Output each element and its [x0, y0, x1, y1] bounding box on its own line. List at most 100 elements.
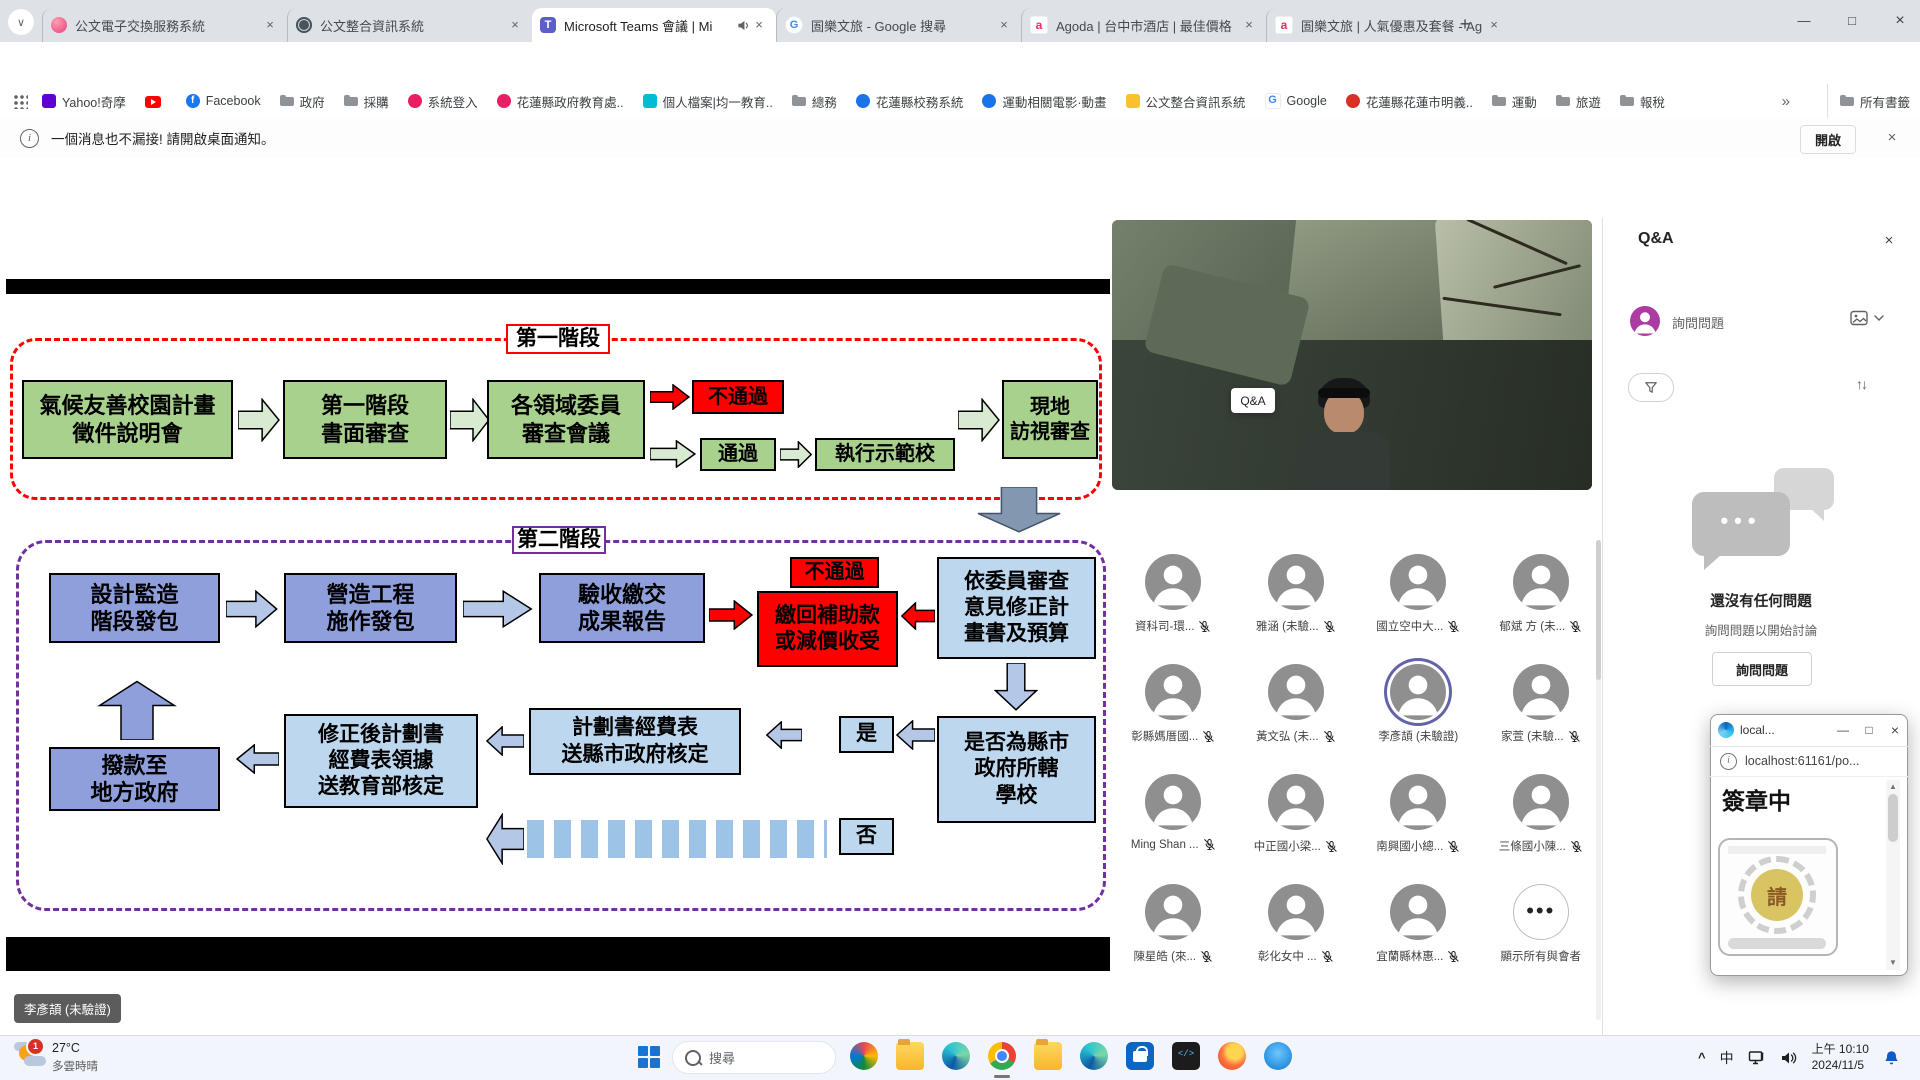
- taskbar-app-icon[interactable]: [1126, 1042, 1154, 1070]
- weather-condition[interactable]: 多雲時晴: [52, 1058, 98, 1074]
- bookmarks-overflow-icon[interactable]: »: [1782, 84, 1790, 118]
- participant-tile[interactable]: Ming Shan ...: [1112, 756, 1235, 866]
- popup-close-button[interactable]: ×: [1882, 722, 1908, 738]
- start-button[interactable]: [638, 1046, 660, 1068]
- notification-bell-icon[interactable]: [1883, 1049, 1900, 1067]
- tray-chevron-up-icon[interactable]: ^: [1698, 1050, 1706, 1065]
- tab-audio-icon[interactable]: [737, 19, 750, 32]
- flow-refund-box: 繳回補助款 或減價收受: [757, 591, 898, 667]
- participant-tile[interactable]: 陳星皓 (來...: [1112, 866, 1235, 976]
- bookmark-favicon: [1265, 93, 1281, 109]
- bookmark-item[interactable]: [145, 95, 167, 108]
- bookmark-item[interactable]: 公文整合資訊系統: [1126, 92, 1246, 111]
- taskbar-app-icon[interactable]: [1172, 1042, 1200, 1070]
- window-minimize-button[interactable]: —: [1784, 9, 1824, 33]
- popup-url-row[interactable]: i localhost:61161/po...: [1710, 746, 1908, 777]
- browser-tab[interactable]: Agoda | 台中市酒店 | 最佳價格 ×: [1021, 8, 1266, 42]
- qa-panel-close-icon[interactable]: ×: [1876, 228, 1902, 254]
- participant-tile[interactable]: 李彥頡 (未驗證): [1357, 646, 1480, 756]
- taskbar-app-icon[interactable]: [1034, 1042, 1062, 1070]
- flow-no-box: 否: [839, 818, 894, 855]
- bookmark-item[interactable]: 運動: [1492, 92, 1537, 111]
- bookmark-item[interactable]: 運動相關電影·動畫: [982, 92, 1106, 111]
- bookmark-item[interactable]: Google: [1265, 93, 1327, 109]
- qa-ask-input[interactable]: 詢問問題: [1672, 313, 1724, 332]
- browser-tab[interactable]: Microsoft Teams 會議 | Mi ×: [532, 8, 776, 42]
- qa-ask-question-button[interactable]: 詢問問題: [1712, 652, 1812, 686]
- taskbar-app-icon[interactable]: [988, 1042, 1016, 1070]
- taskbar-app-icon[interactable]: [942, 1042, 970, 1070]
- tab-close-icon[interactable]: ×: [1485, 16, 1503, 34]
- participant-name: 李彥頡 (未驗證): [1378, 728, 1458, 744]
- qa-filter-button[interactable]: [1628, 373, 1674, 402]
- taskbar-app-icon[interactable]: [850, 1042, 878, 1070]
- participant-video-tile[interactable]: [1112, 220, 1592, 490]
- tab-search-caret-icon[interactable]: ∨: [8, 9, 34, 35]
- bookmark-item[interactable]: 花蓮縣政府教育處..: [497, 92, 624, 111]
- bookmark-favicon: [1492, 94, 1506, 108]
- taskbar-search[interactable]: 搜尋: [672, 1041, 836, 1074]
- popup-scrollbar-thumb[interactable]: [1888, 794, 1898, 842]
- popup-titlebar[interactable]: local... — □ ×: [1710, 714, 1908, 747]
- browser-tab[interactable]: 公文整合資訊系統 ×: [287, 8, 532, 42]
- bookmark-item[interactable]: 個人檔案|均一教育..: [643, 92, 773, 111]
- arrow-left-red-icon: [901, 602, 935, 630]
- popup-minimize-button[interactable]: —: [1830, 723, 1856, 737]
- participant-tile[interactable]: ••• 顯示所有與會者: [1480, 866, 1603, 976]
- taskbar-app-icon[interactable]: [1218, 1042, 1246, 1070]
- participant-name: 雅涵 (未驗...: [1256, 618, 1319, 634]
- participant-tile[interactable]: 中正國小梁...: [1235, 756, 1358, 866]
- tray-clock[interactable]: 上午 10:10 2024/11/5: [1812, 1042, 1869, 1073]
- window-close-button[interactable]: ×: [1880, 9, 1920, 33]
- participant-tile[interactable]: 彰縣媽厝國...: [1112, 646, 1235, 756]
- bookmark-item[interactable]: Facebook: [186, 94, 261, 108]
- qa-attach-media-button[interactable]: [1850, 310, 1884, 326]
- popup-scroll-up-icon[interactable]: ▲: [1888, 782, 1898, 791]
- tab-close-icon[interactable]: ×: [261, 16, 279, 34]
- volume-icon[interactable]: [1780, 1050, 1798, 1066]
- browser-tab[interactable]: 公文電子交換服務系統 ×: [42, 8, 287, 42]
- participant-tile[interactable]: 郁斌 方 (未...: [1480, 536, 1603, 646]
- tab-favicon: [785, 16, 803, 34]
- participant-tile[interactable]: 南興國小總...: [1357, 756, 1480, 866]
- tab-close-icon[interactable]: ×: [506, 16, 524, 34]
- bookmark-label: 運動相關電影·動畫: [1002, 92, 1106, 111]
- tab-close-icon[interactable]: ×: [750, 16, 768, 34]
- bookmark-item[interactable]: 總務: [792, 92, 837, 111]
- bookmark-item[interactable]: 政府: [280, 92, 325, 111]
- bookmark-item[interactable]: 旅遊: [1556, 92, 1601, 111]
- bookmark-item[interactable]: Yahoo!奇摩: [42, 92, 126, 111]
- weather-temp[interactable]: 27°C: [52, 1041, 80, 1055]
- participant-tile[interactable]: 宜蘭縣林惠...: [1357, 866, 1480, 976]
- participant-tile[interactable]: 三條國小陳...: [1480, 756, 1603, 866]
- taskbar-app-icon[interactable]: [896, 1042, 924, 1070]
- all-bookmarks-button[interactable]: 所有書籤: [1827, 84, 1910, 118]
- participant-tile[interactable]: 家萱 (未驗...: [1480, 646, 1603, 756]
- participant-tile[interactable]: 資科司-環...: [1112, 536, 1235, 646]
- participant-tile[interactable]: 國立空中大...: [1357, 536, 1480, 646]
- taskbar-app-icon[interactable]: [1264, 1042, 1292, 1070]
- apps-grid-icon[interactable]: [12, 93, 28, 109]
- bookmark-item[interactable]: 採購: [344, 92, 389, 111]
- bookmark-item[interactable]: 報稅: [1620, 92, 1665, 111]
- qa-sort-button[interactable]: ↑↓: [1856, 376, 1866, 392]
- bookmark-item[interactable]: 花蓮縣花蓮市明義..: [1346, 92, 1473, 111]
- tab-close-icon[interactable]: ×: [1240, 16, 1258, 34]
- tab-close-icon[interactable]: ×: [995, 16, 1013, 34]
- popup-maximize-button[interactable]: □: [1856, 723, 1882, 737]
- taskbar-app-icon[interactable]: [1080, 1042, 1108, 1070]
- window-maximize-button[interactable]: □: [1832, 9, 1872, 33]
- new-tab-button[interactable]: +: [1452, 12, 1478, 38]
- ime-indicator[interactable]: 中: [1720, 1048, 1734, 1068]
- enable-notifications-button[interactable]: 開啟: [1800, 125, 1856, 154]
- participant-tile[interactable]: 黃文弘 (未...: [1235, 646, 1358, 756]
- participants-scrollbar-thumb[interactable]: [1596, 540, 1601, 680]
- popup-scroll-down-icon[interactable]: ▼: [1888, 958, 1898, 967]
- participant-tile[interactable]: 雅涵 (未驗...: [1235, 536, 1358, 646]
- notification-close-icon[interactable]: ×: [1880, 126, 1904, 150]
- browser-tab[interactable]: 圄樂文旅 - Google 搜尋 ×: [776, 8, 1021, 42]
- participant-tile[interactable]: 彰化女中 ...: [1235, 866, 1358, 976]
- network-icon[interactable]: [1748, 1050, 1766, 1066]
- bookmark-item[interactable]: 系統登入: [408, 92, 478, 111]
- bookmark-item[interactable]: 花蓮縣校務系統: [856, 92, 964, 111]
